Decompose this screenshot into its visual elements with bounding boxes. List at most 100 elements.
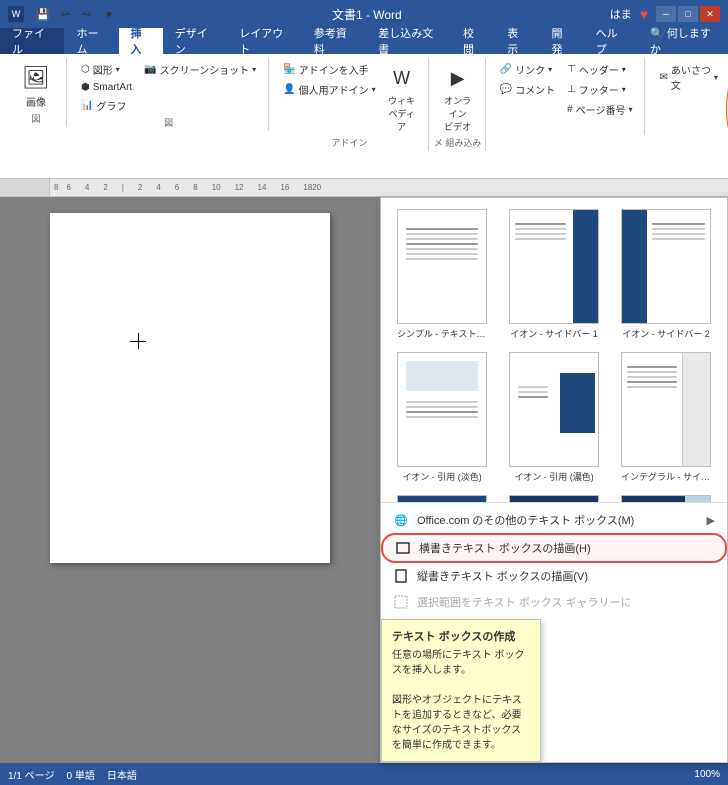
greetings-button[interactable]: ✉ あいさつ文 ▾ [655,60,721,94]
ribbon-group-illustrations: ⬡ 図形 ▾ ⬢ SmartArt 📊 グラフ 📷 スクリーンショット ▾ [69,58,269,131]
smartart-button[interactable]: ⬢ SmartArt [77,80,136,95]
personal-icon: 👤 [283,84,295,95]
addins-label: アドイン [271,136,427,149]
title-bar-right: はま ♥ ─ □ ✕ [610,6,720,22]
personal-addins-button[interactable]: 👤 個人用アドイン ▾ [279,80,379,99]
office-icon: 🌐 [393,512,409,528]
template-ion2[interactable]: イオン - サイドバー 2 [613,206,719,343]
minimize-button[interactable]: ─ [656,6,676,22]
image-button[interactable]: 🖼 画像 [14,60,58,111]
template-label-integral-sidebar: インテグラル - サイドバー [621,470,711,483]
online-video-button[interactable]: ▶ オンラインビデオ [439,60,477,135]
links-content: 🔗 リンク ▾ 💬 コメント ⊤ ヘッダー ▾ ⊥ フッター [496,60,637,133]
tab-help[interactable]: ヘルプ [584,28,638,54]
smartart-icon: ⬢ [81,82,90,93]
language-status: 日本語 [107,767,137,782]
template-integral-quote[interactable]: インテグラル - 引用 [389,492,495,502]
shapes-button[interactable]: ⬡ 図形 ▾ [77,60,136,79]
chart-icon: 📊 [81,100,93,111]
template-austin-quote[interactable]: オースティン - 引用 [613,492,719,502]
shapes-icon: ⬡ [81,64,90,75]
tab-references[interactable]: 参考資料 [302,28,366,54]
title-bar-left: W 💾 ↩ ↪ ▾ [8,3,124,25]
template-ion-quote-dark[interactable]: イオン - 引用 (濃色) [501,349,607,486]
greeting-icon: ✉ [659,72,667,83]
arrow-icon: ▶ [707,514,715,527]
draw-horizontal-menu-item[interactable]: 横書きテキスト ボックスの描画(H) [381,533,727,563]
comment-button[interactable]: 💬 コメント [496,80,559,99]
template-austin-sidebar[interactable]: オースティン - サイドバー [501,492,607,502]
template-thumb-simple [397,209,487,324]
link-button[interactable]: 🔗 リンク ▾ [496,60,559,79]
template-simple[interactable]: シンプル - テキスト ボ... [389,206,495,343]
username-label: はま [610,6,632,22]
save-qat-button[interactable]: 💾 [34,5,52,23]
template-integral-sidebar[interactable]: インテグラル - サイドバー [613,349,719,486]
template-thumb-ion-quote-dark [509,352,599,467]
title-bar: W 💾 ↩ ↪ ▾ 文書1 - Word はま ♥ ─ □ ✕ [0,0,728,28]
tab-review[interactable]: 校閲 [451,28,495,54]
chart-button[interactable]: 📊 グラフ [77,96,136,115]
textbox-dropdown: シンプル - テキスト ボ... イオン - サイドバー 1 [380,197,728,763]
header-col: ⊤ ヘッダー ▾ ⊥ フッター ▾ # ページ番号 ▾ [563,60,636,119]
redo-qat-button[interactable]: ↪ [78,5,96,23]
header-icon: ⊤ [567,64,576,75]
footer-button[interactable]: ⊥ フッター ▾ [563,80,636,99]
close-button[interactable]: ✕ [700,6,720,22]
tab-design[interactable]: デザイン [163,28,227,54]
tab-view[interactable]: 表示 [495,28,539,54]
media-label: メ 組み込み [431,136,485,149]
tab-layout[interactable]: レイアウト [227,28,302,54]
template-label-ion-quote-light: イオン - 引用 (淡色) [397,470,487,483]
quick-access-toolbar: 💾 ↩ ↪ ▾ [28,3,124,25]
maximize-button[interactable]: □ [678,6,698,22]
template-label-ion2: イオン - サイドバー 2 [621,327,711,340]
template-ion-quote-light[interactable]: イオン - 引用 (淡色) [389,349,495,486]
ruler: 8 6 4 2 | 2 4 6 8 10 12 14 16 18 20 [0,179,728,197]
text-content: ✉ あいさつ文 ▾ A テキストボックス [655,60,728,172]
word-count-status: 0 単語 [66,767,94,782]
tab-home[interactable]: ホーム [64,28,118,54]
tooltip-body: 任意の場所にテキスト ボックスを挿入します。図形やオブジェクトにテキストを追加す… [392,648,530,753]
template-label-ion1: イオン - サイドバー 1 [509,327,599,340]
header-button[interactable]: ⊤ ヘッダー ▾ [563,60,636,79]
template-thumb-austin-sidebar [509,495,599,502]
document-area [0,197,380,763]
ribbon-group-media: ▶ オンラインビデオ メ 組み込み [431,58,486,151]
comment-icon: 💬 [500,84,512,95]
document-page[interactable] [50,213,330,563]
draw-vertical-menu-item[interactable]: 縦書きテキスト ボックスの描画(V) [381,563,727,589]
template-thumb-ion-quote-light [397,352,487,467]
tooltip-box: テキスト ボックスの作成 任意の場所にテキスト ボックスを挿入します。図形やオブ… [381,619,541,762]
undo-qat-button[interactable]: ↩ [56,5,74,23]
template-ion1[interactable]: イオン - サイドバー 1 [501,206,607,343]
window-title: 文書1 - Word [124,6,610,23]
tab-insert[interactable]: 挿入 [119,28,163,54]
templates-grid: シンプル - テキスト ボ... イオン - サイドバー 1 [381,198,727,502]
tab-file[interactable]: ファイル [0,28,64,54]
video-icon: ▶ [442,62,474,94]
tab-developer[interactable]: 開発 [539,28,583,54]
office-more-label: Office.com のその他のテキスト ボックス(M) [417,512,634,528]
tab-search[interactable]: 🔍 何しますか [638,28,728,54]
pages-group-label: 図 [6,112,66,125]
word-icon: W [8,6,24,22]
screenshot-icon: 📷 [144,64,156,75]
customize-qat-button[interactable]: ▾ [100,5,118,23]
page-number-button[interactable]: # ページ番号 ▾ [563,100,636,119]
ruler-side [0,179,50,196]
save-selection-icon [393,594,409,610]
ribbon-group-pages: 🖼 画像 図 [6,58,67,127]
wikipedia-button[interactable]: W ウィキペディア [384,60,420,135]
office-more-menu-item[interactable]: 🌐 Office.com のその他のテキスト ボックス(M) ▶ [381,507,727,533]
ribbon-tab-bar: ファイル ホーム 挿入 デザイン レイアウト 参考資料 差し込み文書 校閲 表示… [0,28,728,54]
tab-mailings[interactable]: 差し込み文書 [366,28,451,54]
text-cursor [130,333,146,349]
get-addins-button[interactable]: 🏪 アドインを入手 [279,60,379,79]
dropdown-menu-section: 🌐 Office.com のその他のテキスト ボックス(M) ▶ 横書きテキスト… [381,502,727,619]
heart-icon: ♥ [640,6,648,22]
save-selection-menu-item: 選択範囲をテキスト ボックス ギャラリーに [381,589,727,615]
footer-icon: ⊥ [567,84,576,95]
draw-horizontal-label: 横書きテキスト ボックスの描画(H) [419,540,591,556]
screenshot-button[interactable]: 📷 スクリーンショット ▾ [140,60,260,79]
